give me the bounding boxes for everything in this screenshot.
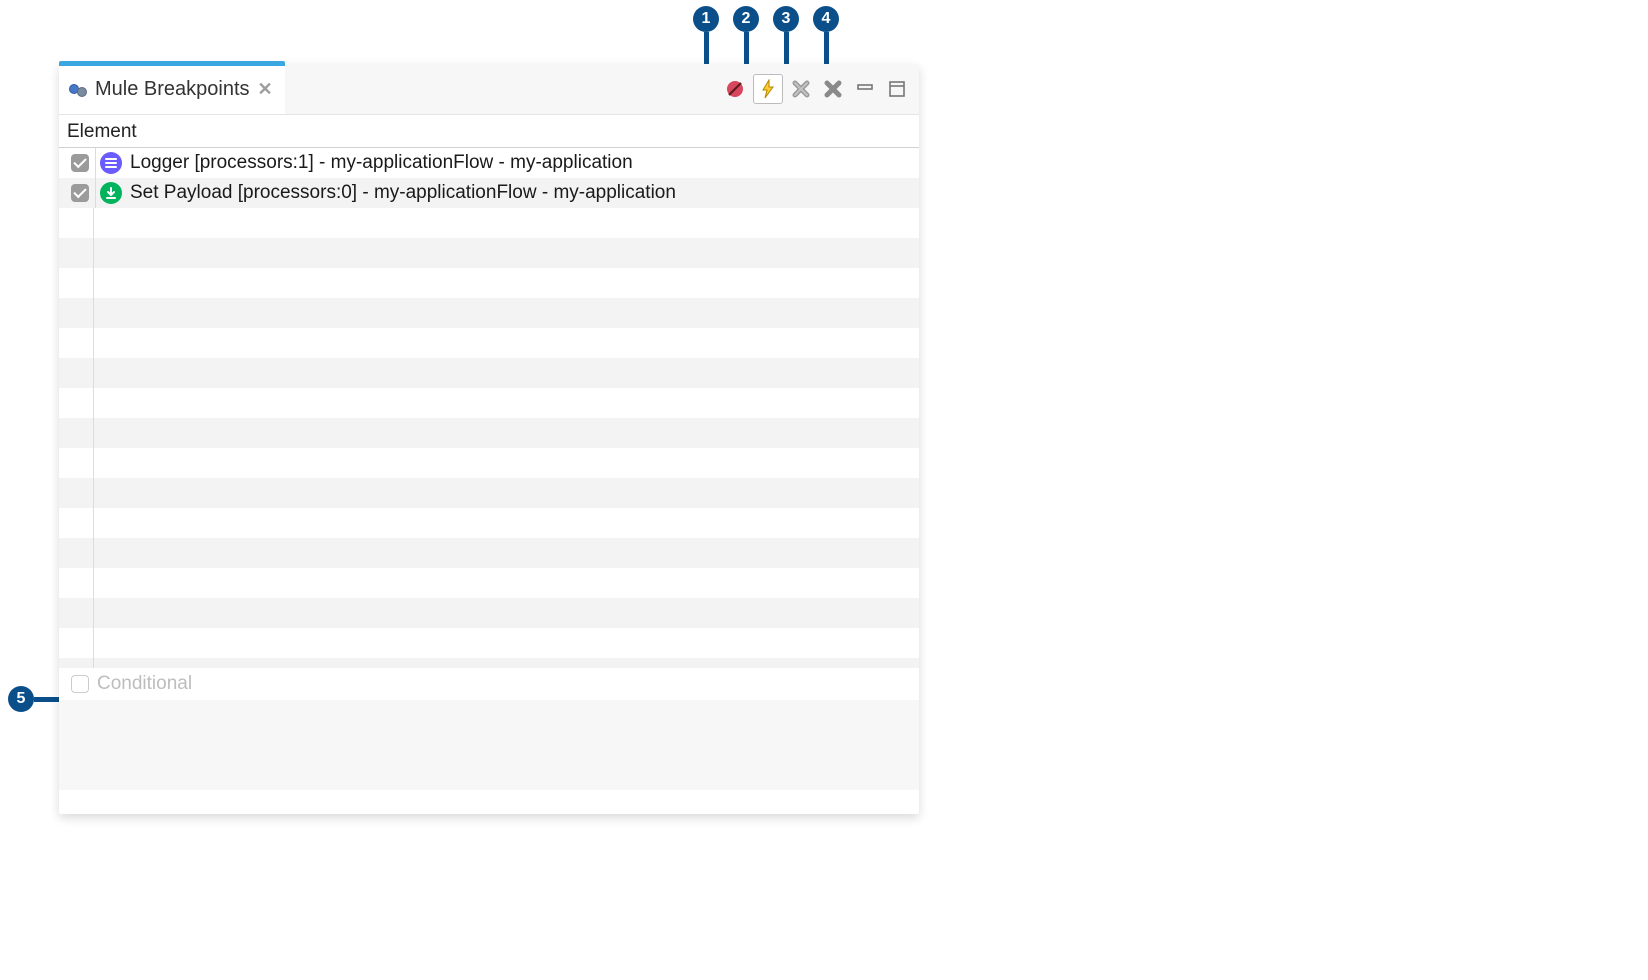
callout-4: 4: [813, 6, 839, 70]
remove-selected-button[interactable]: [787, 75, 815, 103]
callout-bubble: 3: [773, 6, 799, 32]
minimize-icon: [856, 80, 874, 98]
conditional-label: Conditional: [97, 673, 192, 695]
breakpoints-panel: Mule Breakpoints ✕: [59, 64, 919, 814]
remove-all-icon: [823, 79, 843, 99]
callout-bubble: 5: [8, 686, 34, 712]
logger-icon: [100, 152, 122, 174]
remove-all-button[interactable]: [819, 75, 847, 103]
callout-bubble: 2: [733, 6, 759, 32]
callout-5: 5: [8, 686, 64, 712]
conditional-expression-area[interactable]: [59, 700, 919, 790]
callout-bubble: 1: [693, 6, 719, 32]
conditional-checkbox[interactable]: [71, 675, 89, 693]
view-toolbar: [721, 74, 911, 104]
remove-selected-icon: [791, 79, 811, 99]
set-payload-icon: [100, 182, 122, 204]
breakpoint-enabled-checkbox[interactable]: [71, 154, 89, 172]
breakpoint-list[interactable]: Logger [processors:1] - my-applicationFl…: [59, 148, 919, 668]
maximize-icon: [888, 80, 906, 98]
tab-bar: Mule Breakpoints ✕: [59, 64, 919, 115]
callout-1: 1: [693, 6, 719, 70]
breakpoint-label: Set Payload [processors:0] - my-applicat…: [126, 182, 676, 204]
tab-mule-breakpoints[interactable]: Mule Breakpoints ✕: [59, 64, 285, 114]
exception-breakpoint-button[interactable]: [753, 74, 783, 104]
error-breakpoint-button[interactable]: [721, 75, 749, 103]
conditional-bar: Conditional: [59, 668, 919, 700]
breakpoint-enabled-checkbox[interactable]: [71, 184, 89, 202]
callout-2: 2: [733, 6, 759, 70]
breakpoints-tab-icon: [69, 81, 87, 97]
error-breakpoint-icon: [725, 79, 745, 99]
exception-breakpoint-icon: [758, 79, 778, 99]
callout-bubble: 4: [813, 6, 839, 32]
breakpoint-row[interactable]: Set Payload [processors:0] - my-applicat…: [59, 178, 919, 208]
minimize-button[interactable]: [851, 75, 879, 103]
maximize-button[interactable]: [883, 75, 911, 103]
breakpoint-label: Logger [processors:1] - my-applicationFl…: [126, 152, 633, 174]
callout-3: 3: [773, 6, 799, 70]
tab-title: Mule Breakpoints: [91, 78, 250, 101]
column-header-element[interactable]: Element: [59, 115, 919, 148]
breakpoint-row[interactable]: Logger [processors:1] - my-applicationFl…: [59, 148, 919, 178]
close-icon[interactable]: ✕: [258, 79, 273, 100]
